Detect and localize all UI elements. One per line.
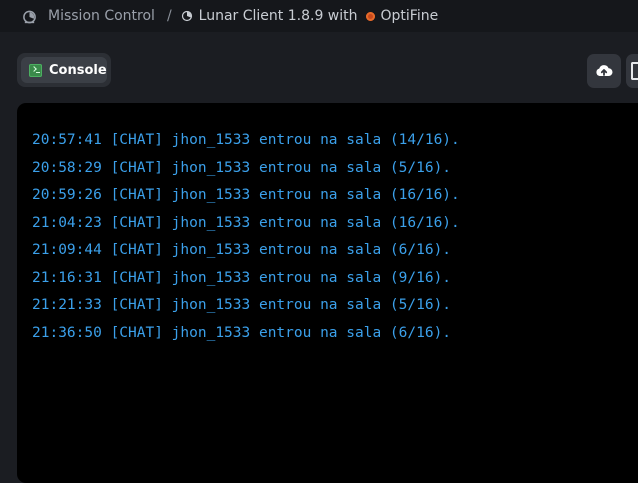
optifine-icon [365,11,375,21]
tab-console[interactable]: Console [17,53,111,87]
console-line: 20:59:26 [CHAT] jhon_1533 entrou na sala… [32,187,460,203]
breadcrumb-current-suffix: OptiFine [380,8,439,24]
console-line: 21:09:44 [CHAT] jhon_1533 entrou na sala… [32,242,452,258]
console-action-button[interactable] [626,54,638,88]
console-output[interactable]: 20:57:41 [CHAT] jhon_1533 entrou na sala… [17,103,638,483]
breadcrumb-mission-control[interactable]: Mission Control [22,8,155,24]
breadcrumb-separator: / [166,8,172,24]
console-line: 21:36:50 [CHAT] jhon_1533 entrou na sala… [32,324,452,341]
console-line: 21:16:31 [CHAT] jhon_1533 entrou na sala… [32,269,452,286]
console-line: 21:21:33 [CHAT] jhon_1533 entrou na sala… [32,297,452,313]
breadcrumb-current-label: Lunar Client 1.8.9 with [198,8,358,24]
document-icon [631,62,638,80]
console-line: 21:04:23 [CHAT] jhon_1533 entrou na sala… [32,214,460,231]
console-log-list: 20:57:41 [CHAT] jhon_1533 entrou na sala… [32,127,460,347]
console-line: 20:58:29 [CHAT] jhon_1533 entrou na sala… [32,159,452,176]
breadcrumb: Mission Control / Lunar Client 1.8.9 wit… [0,0,638,32]
mission-control-icon [23,10,36,23]
lunar-client-icon [181,10,192,22]
tab-console-label: Console [49,62,107,78]
console-line: 20:57:41 [CHAT] jhon_1533 entrou na sala… [32,132,460,148]
console-toolbar: Console [0,32,638,102]
cloud-upload-icon [596,65,613,76]
terminal-icon [29,63,42,77]
upload-logs-button[interactable] [587,54,621,88]
breadcrumb-current-instance: Lunar Client 1.8.9 with OptiFine [181,8,439,24]
tab-console-inner[interactable]: Console [21,57,107,83]
breadcrumb-root-label[interactable]: Mission Control [48,8,155,24]
